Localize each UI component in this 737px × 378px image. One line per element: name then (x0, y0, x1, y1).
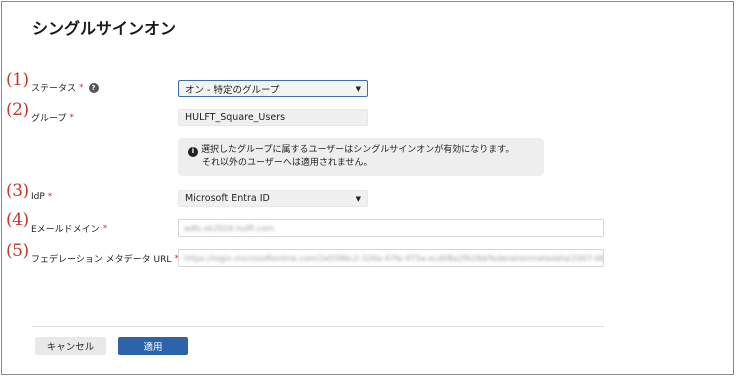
info-line-1: 選択したグループに属するユーザーはシングルサインオンが有効になります。 (201, 145, 515, 155)
marker-3: (3) (6, 181, 29, 201)
marker-5: (5) (6, 241, 29, 261)
cancel-button[interactable]: キャンセル (35, 337, 106, 355)
idp-select-value: Microsoft Entra ID (185, 193, 270, 204)
idp-label-text: IdP (31, 192, 45, 202)
idp-label: IdP * (31, 192, 52, 202)
status-label-text: ステータス (31, 84, 77, 94)
marker-2: (2) (6, 100, 29, 120)
status-select-value: オン - 特定のグループ (185, 84, 280, 96)
page-title: シングルサインオン (32, 19, 177, 38)
email-domain-label-text: Eメールドメイン (31, 225, 100, 235)
group-select[interactable]: HULFT_Square_Users (178, 109, 368, 126)
federation-url-field[interactable]: https://login.microsoftonline.com/2e5586… (178, 249, 604, 267)
idp-select[interactable]: Microsoft Entra ID ▼ (178, 190, 368, 207)
required-mark: * (79, 82, 84, 93)
marker-1: (1) (6, 70, 29, 90)
footer-divider (32, 326, 604, 327)
federation-url-value: https://login.microsoftonline.com/2e5586… (184, 253, 604, 263)
status-select[interactable]: オン - 特定のグループ ▼ (178, 80, 368, 97)
dialog-frame (1, 1, 734, 375)
federation-url-label-text: フェデレーション メタデータ URL (31, 255, 172, 265)
status-label: ステータス * ? (31, 81, 99, 94)
chevron-down-icon: ▼ (355, 84, 361, 93)
help-icon[interactable]: ? (88, 82, 99, 93)
required-mark: * (102, 223, 108, 234)
email-domain-label: Eメールドメイン * (31, 222, 108, 236)
federation-url-label: フェデレーション メタデータ URL * (31, 252, 179, 266)
required-mark: * (47, 192, 53, 202)
marker-4: (4) (6, 210, 29, 230)
email-domain-field[interactable]: adfs.ok2024.hulft.com (178, 219, 604, 237)
info-icon: i (188, 146, 198, 157)
info-line-2: それ以外のユーザーへは適用されません。 (202, 158, 373, 168)
info-box: i 選択したグループに属するユーザーはシングルサインオンが有効になります。 それ以… (178, 138, 544, 176)
apply-button[interactable]: 適用 (118, 337, 188, 355)
group-label-text: グループ (31, 114, 67, 124)
group-select-value: HULFT_Square_Users (185, 112, 286, 123)
chevron-down-icon: ▼ (355, 194, 361, 203)
group-label: グループ * (31, 111, 74, 125)
required-mark: * (69, 112, 74, 123)
email-domain-value: adfs.ok2024.hulft.com (184, 223, 274, 233)
